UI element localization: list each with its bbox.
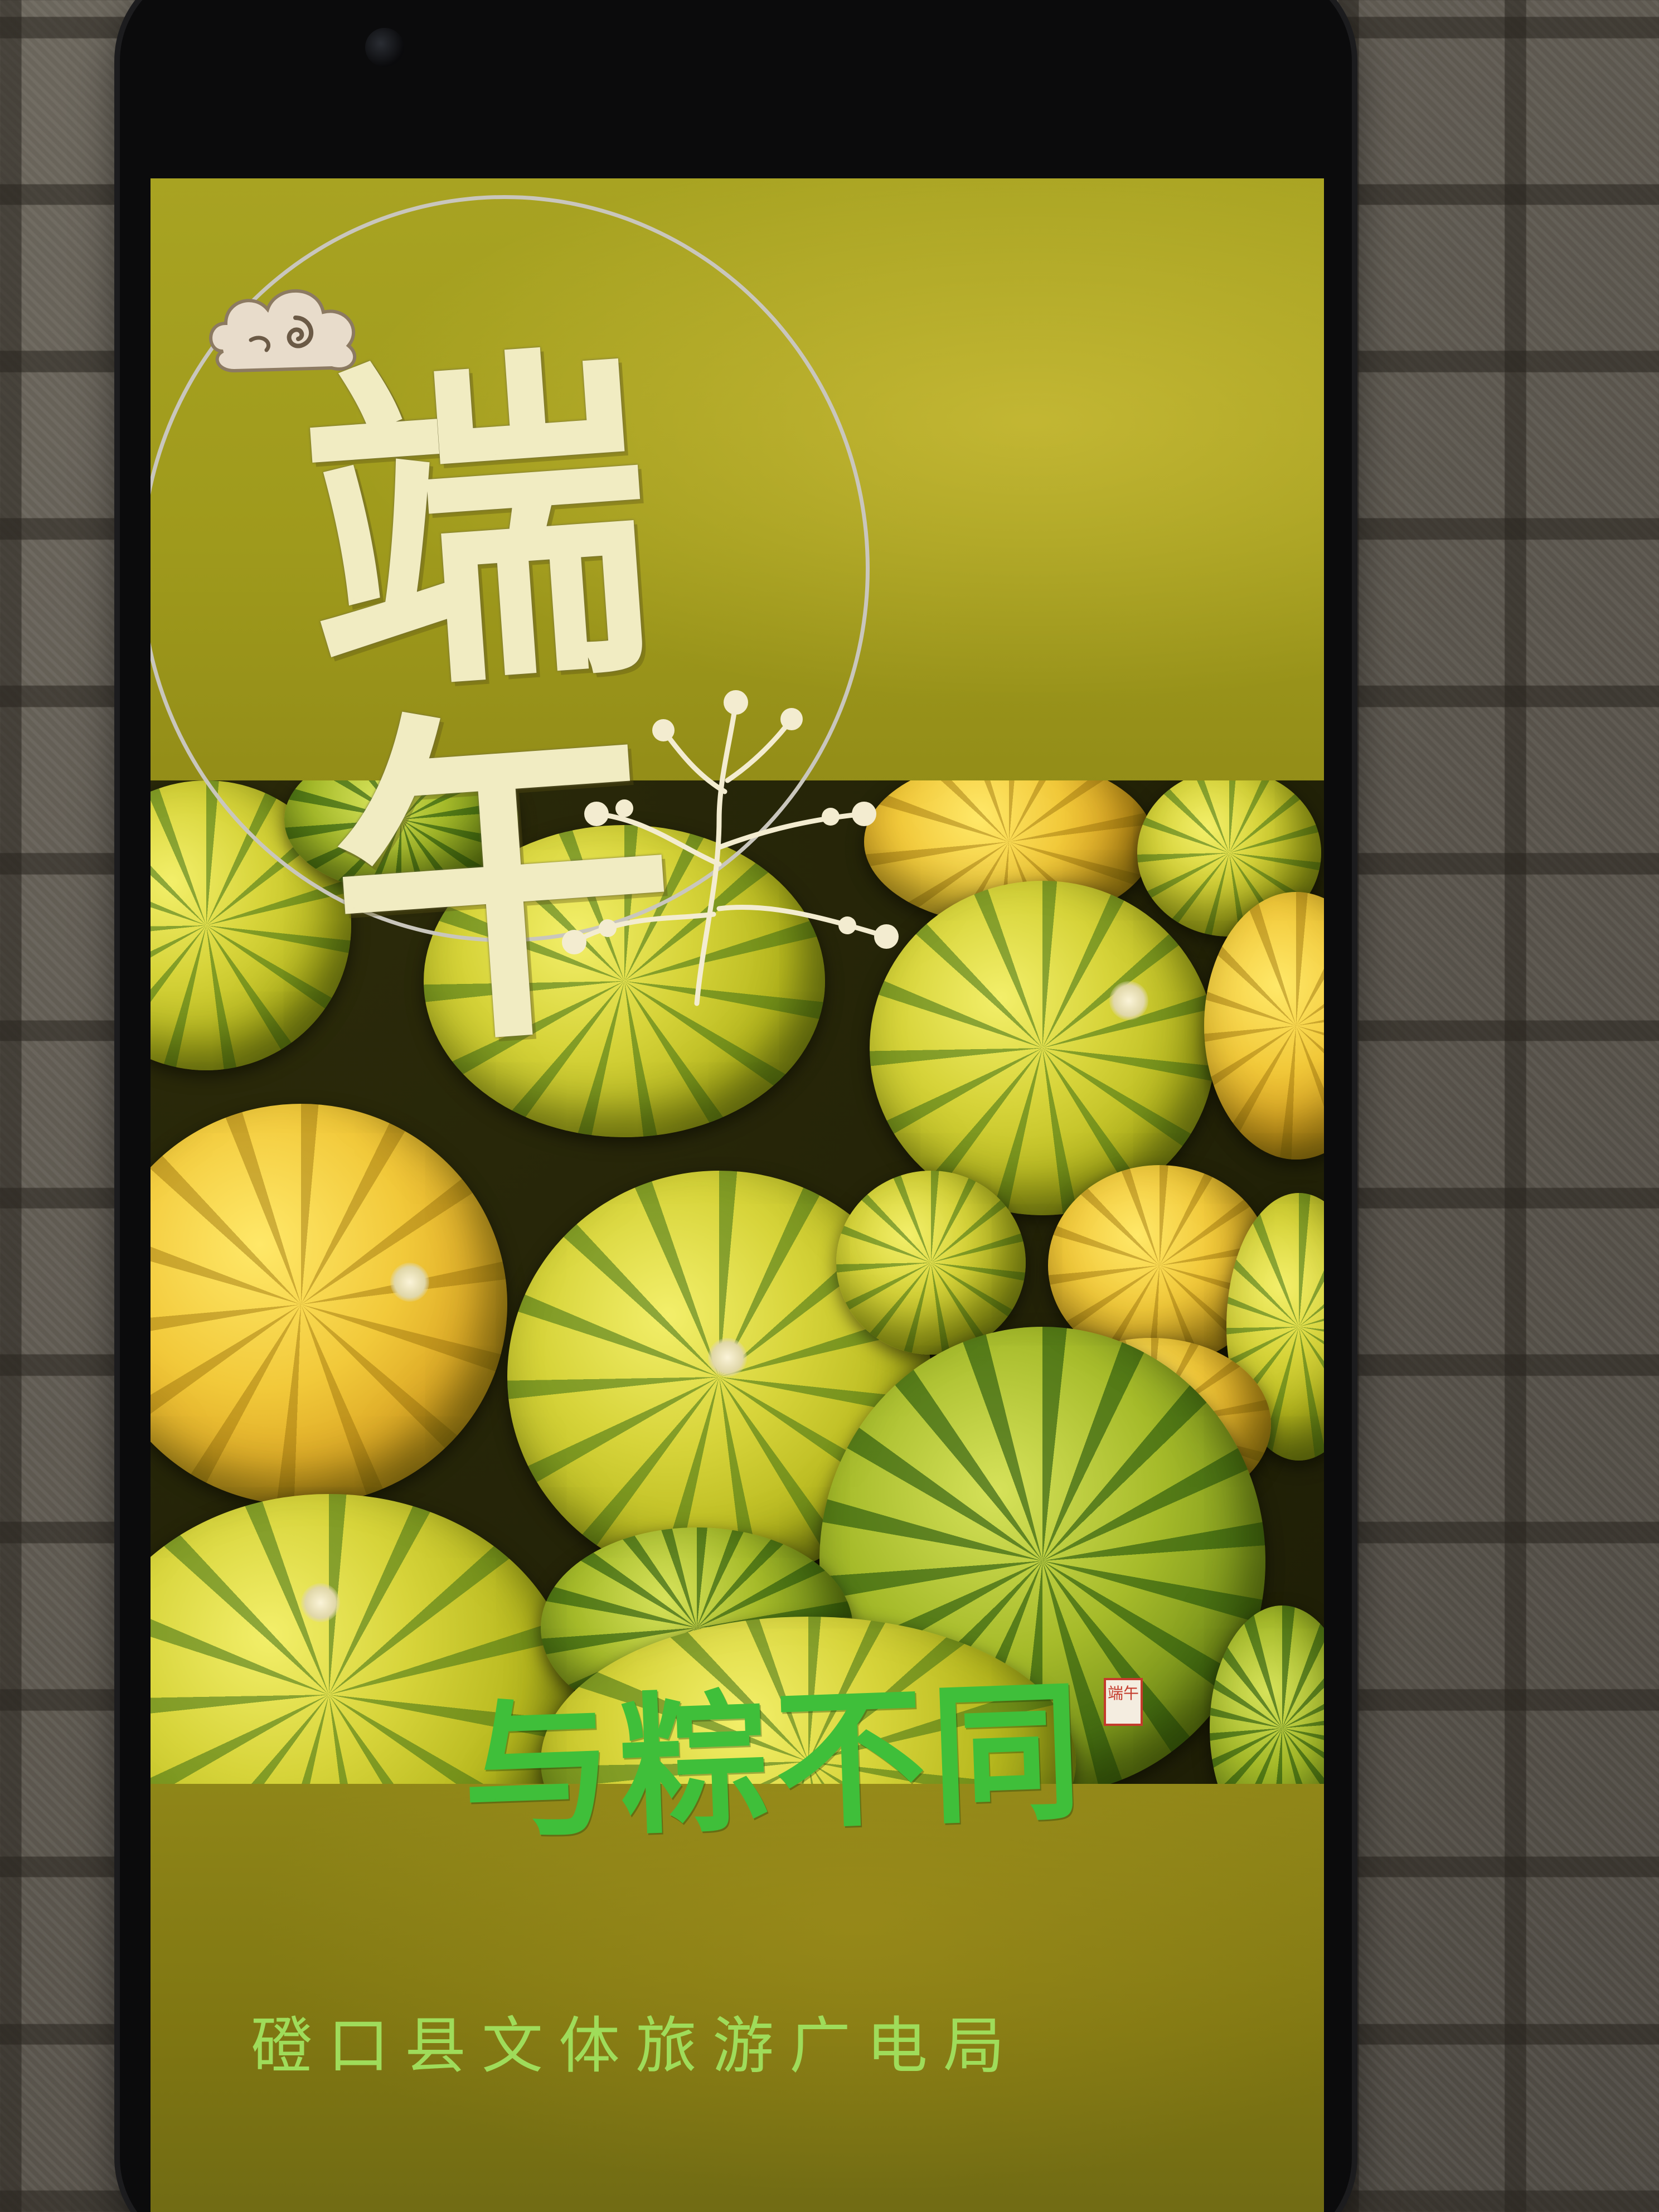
melon-stem	[301, 1583, 340, 1622]
phone-screen: 端 午	[151, 178, 1324, 2212]
organization-name: 磴口县文体旅游广电局	[251, 2010, 1020, 2082]
poster-slogan: 与粽不同	[459, 1662, 1090, 1861]
melon-stem	[390, 1263, 429, 1302]
sprig-icon	[562, 690, 899, 1006]
melon	[836, 1171, 1026, 1355]
title-char-1: 端	[292, 311, 665, 741]
melon	[151, 1104, 507, 1505]
seal-icon: 端午	[1104, 1678, 1143, 1726]
melon-stem	[708, 1338, 747, 1377]
melon-stem	[1109, 981, 1148, 1020]
front-camera	[365, 28, 404, 67]
